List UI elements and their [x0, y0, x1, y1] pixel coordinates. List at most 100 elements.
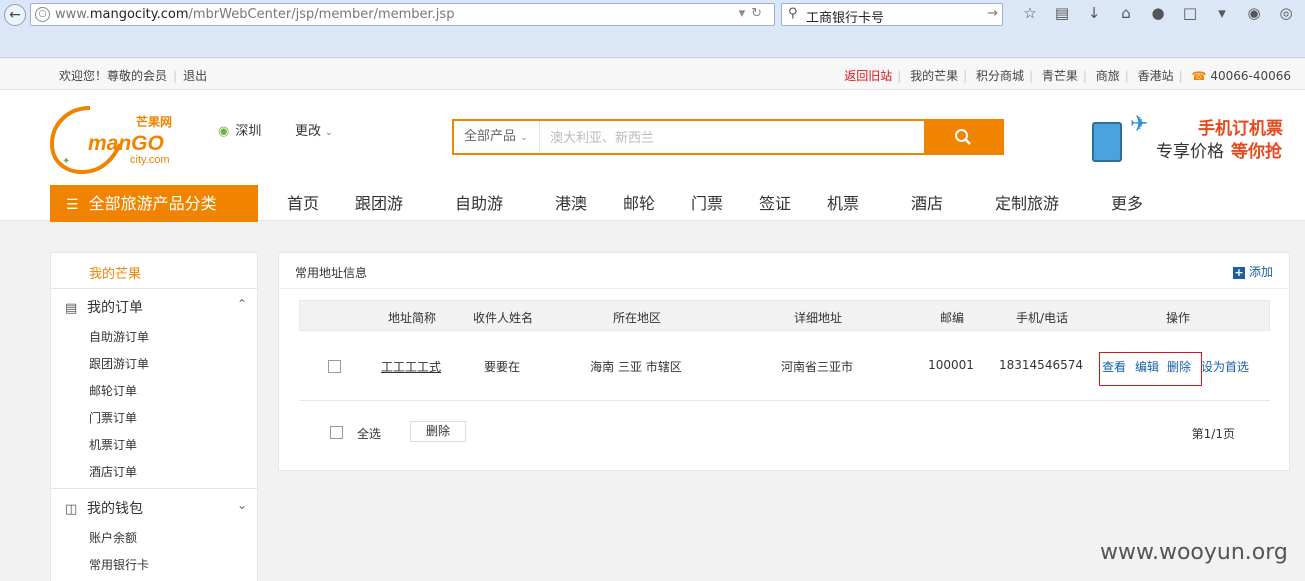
- menu-arrow-icon[interactable]: ▾: [1206, 4, 1238, 22]
- sidebar-item-group-tour-orders[interactable]: 跟团游订单: [89, 355, 149, 372]
- qing-mango-link[interactable]: 青芒果: [1042, 69, 1078, 83]
- address-bar[interactable]: ○ www.mangocity.com/mbrWebCenter/jsp/mem…: [30, 3, 775, 26]
- extension-icon[interactable]: ◎: [1270, 4, 1302, 22]
- promo-highlight: 等你抢: [1231, 142, 1282, 162]
- chevron-down-icon: ⌄: [915, 198, 924, 209]
- address-short-name[interactable]: 工工工工式: [381, 358, 441, 375]
- points-mall-link[interactable]: 积分商城: [976, 69, 1024, 83]
- divider: [51, 288, 257, 289]
- hk-site-link[interactable]: 香港站: [1138, 69, 1174, 83]
- chevron-down-icon: ⌄: [999, 198, 1008, 209]
- sidebar-item-cruise-orders[interactable]: 邮轮订单: [89, 382, 137, 399]
- column-header: 操作: [1165, 311, 1191, 325]
- location-pin-icon: ◉: [218, 124, 230, 139]
- watermark: www.wooyun.org: [1100, 540, 1288, 565]
- browser-search-input[interactable]: 工商银行卡号: [806, 7, 884, 26]
- sidebar-wallet-header[interactable]: ◫ 我的钱包: [65, 498, 143, 518]
- chevron-up-icon[interactable]: ⌃: [237, 297, 247, 311]
- sidebar-item-bank-cards[interactable]: 常用银行卡: [89, 556, 149, 573]
- table-row: 工工工工式 要要在 海南 三亚 市辖区 河南省三亚市 100001 183145…: [299, 331, 1270, 401]
- chat-icon[interactable]: ●: [1142, 4, 1174, 22]
- mango-logo[interactable]: ✦ 芒果网 manGO city.com: [50, 102, 185, 174]
- plus-icon: +: [1232, 266, 1245, 279]
- home-icon[interactable]: ⌂: [1110, 4, 1142, 22]
- chevron-down-icon: ⌄: [459, 198, 468, 209]
- search-category-dropdown[interactable]: 全部产品 ⌄: [454, 121, 540, 153]
- search-input[interactable]: [542, 121, 922, 153]
- mobile-ticket-promo[interactable]: ✈ 手机订机票 专享价格 等你抢: [1090, 112, 1290, 162]
- edit-link[interactable]: 编辑: [1135, 358, 1159, 375]
- column-header: 详细地址: [793, 311, 843, 325]
- my-mango-link[interactable]: 我的芒果: [910, 69, 958, 83]
- view-link[interactable]: 查看: [1102, 358, 1126, 375]
- url-text[interactable]: www.mangocity.com/mbrWebCenter/jsp/membe…: [55, 7, 454, 22]
- sidebar-item-account-balance[interactable]: 账户余额: [89, 529, 137, 546]
- logout-link[interactable]: 退出: [183, 69, 207, 83]
- pagination: 第1/1页: [1191, 427, 1235, 441]
- reload-icon[interactable]: ↻: [751, 6, 768, 21]
- bookmark-star-icon[interactable]: ☆: [1014, 4, 1046, 22]
- column-header: 所在地区: [612, 311, 662, 325]
- promo-subtitle: 专享价格: [1156, 142, 1224, 162]
- select-all-checkbox[interactable]: [330, 426, 343, 439]
- dropdown-icon[interactable]: ▾: [739, 6, 752, 21]
- bulk-delete-button[interactable]: 删除: [410, 421, 466, 442]
- table-footer: 全选 删除 第1/1页: [299, 413, 1270, 453]
- svg-text:芒果网: 芒果网: [136, 114, 172, 129]
- address-panel: 常用地址信息 + 添加 地址简称 收件人姓名 所在地区 详细地址 邮编 手机/电话…: [278, 252, 1290, 471]
- comment-icon[interactable]: ◉: [1238, 4, 1270, 22]
- go-arrow-icon[interactable]: →: [987, 6, 998, 21]
- plane-icon: ✈: [1130, 112, 1149, 137]
- column-header: 手机/电话: [1015, 311, 1069, 325]
- divider: [279, 288, 1289, 289]
- column-header: 地址简称: [387, 311, 437, 325]
- crop-icon[interactable]: □: [1174, 4, 1206, 22]
- delete-link[interactable]: 删除: [1167, 358, 1191, 375]
- sidebar-orders-header[interactable]: ▤ 我的订单: [65, 297, 143, 317]
- all-categories-button[interactable]: ☰ 全部旅游产品分类: [50, 185, 258, 222]
- chevron-down-icon: ⌄: [520, 133, 528, 143]
- search-icon: ⚲: [788, 6, 798, 21]
- wallet-icon: ◫: [65, 502, 78, 517]
- sidebar-item-hotel-orders[interactable]: 酒店订单: [89, 463, 137, 480]
- sidebar-item-ticket-orders[interactable]: 门票订单: [89, 409, 137, 426]
- column-header: 邮编: [939, 311, 965, 325]
- order-document-icon: ▤: [65, 301, 78, 316]
- sidebar-item-flight-orders[interactable]: 机票订单: [89, 436, 137, 453]
- search-icon: [955, 129, 971, 145]
- chevron-down-icon[interactable]: ⌄: [237, 498, 247, 512]
- back-arrow-icon[interactable]: ←: [4, 4, 26, 26]
- reading-list-icon[interactable]: ▤: [1046, 4, 1078, 22]
- menu-icon: ☰: [66, 197, 79, 213]
- select-all-label[interactable]: 全选: [357, 425, 381, 442]
- set-default-link[interactable]: 设为首选: [1201, 358, 1249, 375]
- sidebar-my-mango[interactable]: 我的芒果: [89, 263, 141, 282]
- welcome-text: 欢迎您！尊敬的会员: [59, 69, 168, 83]
- globe-icon: ○: [35, 7, 50, 22]
- chevron-down-icon: ⌄: [1115, 198, 1124, 209]
- site-header: ✦ 芒果网 manGO city.com ◉深圳 更改 ⌄ 全部产品 ⌄ ✈ 手…: [0, 90, 1305, 222]
- add-address-button[interactable]: + 添加: [1232, 263, 1273, 280]
- column-header: 收件人姓名: [472, 311, 534, 325]
- member-sidebar: 我的芒果 ▤ 我的订单 ⌃ 自助游订单 跟团游订单 邮轮订单 门票订单 机票订单 …: [50, 252, 258, 581]
- svg-text:✦: ✦: [62, 156, 70, 167]
- chevron-down-icon: ⌄: [359, 198, 368, 209]
- phone-icon: ☎: [1191, 69, 1207, 83]
- city-selector[interactable]: ◉ 深圳: [218, 120, 261, 139]
- row-checkbox[interactable]: [328, 360, 341, 373]
- site-topbar: 欢迎您！尊敬的会员 | 退出 返回旧站 | 我的芒果 | 积分商城 | 青芒果 | 商旅 | …: [0, 59, 1305, 90]
- sidebar-item-self-tour-orders[interactable]: 自助游订单: [89, 328, 149, 345]
- business-link[interactable]: 商旅: [1096, 69, 1120, 83]
- hotline-number: 40066-40066: [1210, 69, 1291, 83]
- svg-text:manGO: manGO: [88, 132, 164, 155]
- promo-title: 手机订机票: [1198, 119, 1283, 139]
- search-button[interactable]: [924, 121, 1002, 153]
- phone-illustration-icon: [1092, 122, 1122, 162]
- svg-text:city.com: city.com: [130, 154, 170, 166]
- change-city-dropdown[interactable]: 更改 ⌄: [295, 120, 333, 139]
- back-old-site-link[interactable]: 返回旧站: [844, 69, 892, 83]
- browser-search-bar[interactable]: ⚲ 工商银行卡号 →: [781, 3, 1003, 26]
- divider: [51, 488, 257, 489]
- download-icon[interactable]: ↓: [1078, 4, 1110, 22]
- site-search: 全部产品 ⌄: [452, 119, 1004, 155]
